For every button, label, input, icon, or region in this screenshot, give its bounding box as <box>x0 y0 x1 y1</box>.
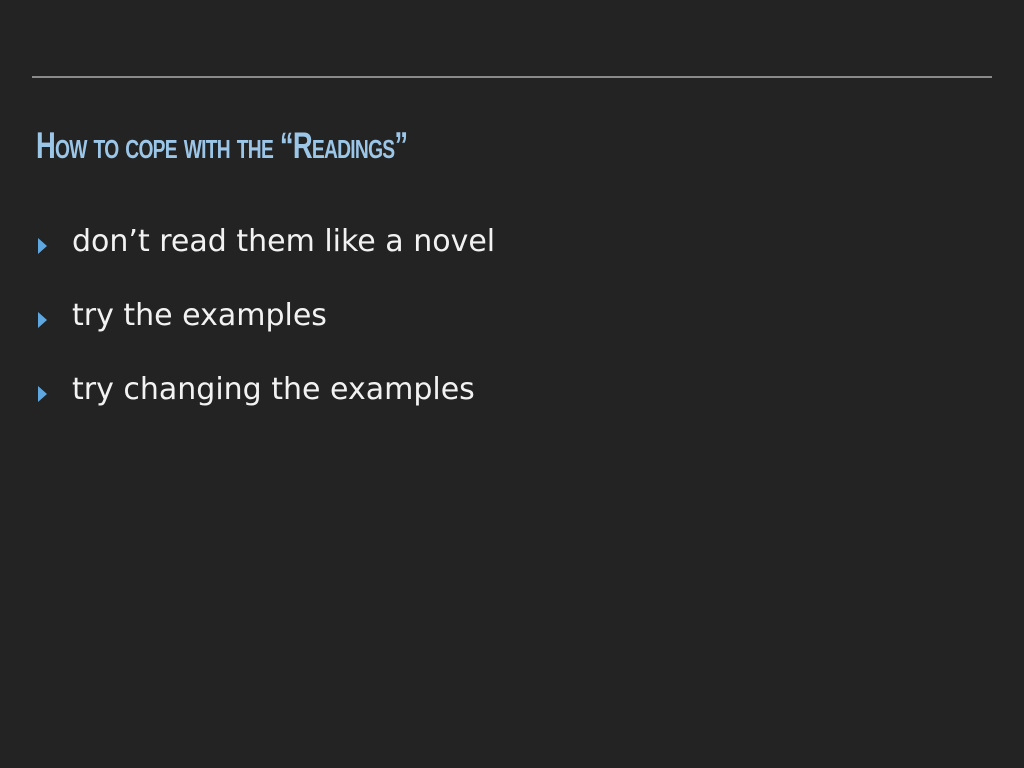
top-divider <box>32 76 992 78</box>
bullet-list: don’t read them like a novel try the exa… <box>38 220 938 442</box>
slide: How to cope with the “Readings” don’t re… <box>0 0 1024 768</box>
triangle-right-icon <box>38 386 47 402</box>
list-item: try changing the examples <box>38 368 938 442</box>
bullet-text: try the examples <box>72 298 327 333</box>
triangle-right-icon <box>38 238 47 254</box>
bullet-text: try changing the examples <box>72 372 475 407</box>
slide-title: How to cope with the “Readings” <box>36 125 408 166</box>
triangle-right-icon <box>38 312 47 328</box>
list-item: don’t read them like a novel <box>38 220 938 294</box>
list-item: try the examples <box>38 294 938 368</box>
bullet-text: don’t read them like a novel <box>72 224 496 259</box>
